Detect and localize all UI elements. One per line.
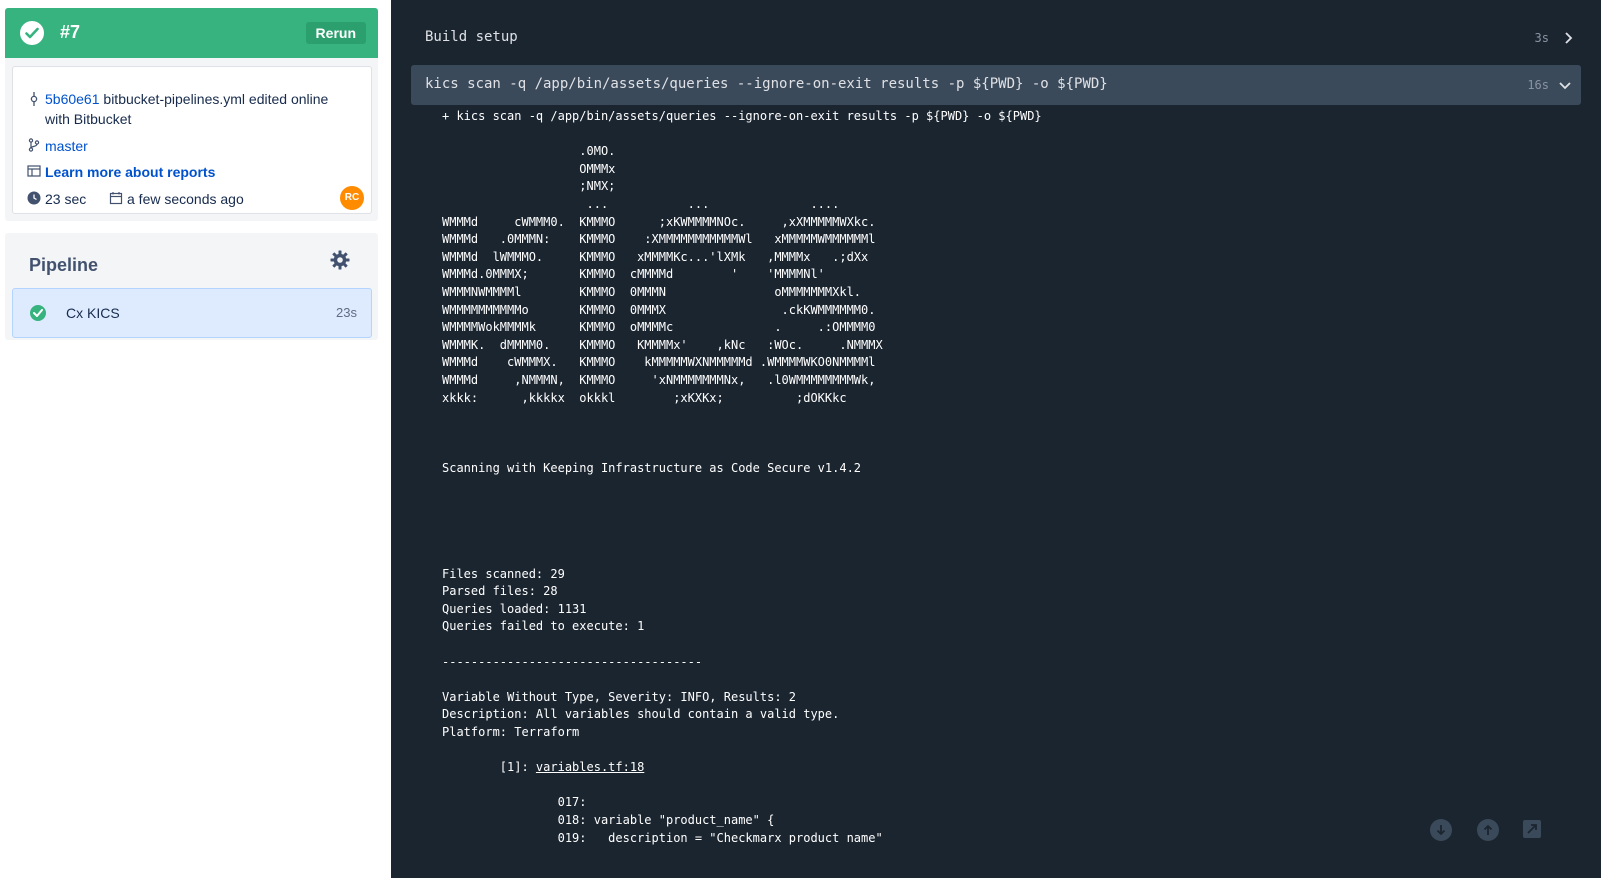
reports-row: Learn more about reports bbox=[27, 163, 215, 181]
expand-icon[interactable] bbox=[1522, 819, 1544, 841]
log-line: WMMMMMMMMMMo KMMMO 0MMMX .ckKWMMMMMM0. bbox=[442, 302, 876, 317]
log-line: + kics scan -q /app/bin/assets/queries -… bbox=[442, 109, 1042, 123]
branch-icon bbox=[28, 138, 40, 152]
log-line: xkkk: ,kkkkx okkkl ;xKXKx; ;dOKKkc bbox=[442, 390, 847, 405]
step-name: Cx KICS bbox=[66, 305, 120, 321]
log-line: .0MO. bbox=[442, 144, 616, 159]
log-line: WMMMd ,NMMMN, KMMMO 'xNMMMMMMMNx, .l0WMM… bbox=[442, 373, 876, 387]
log-line: WMMMd cWMMMX. KMMMO kMMMMMWXNMMMMMd .WMM… bbox=[442, 355, 876, 370]
log-line: [1]: variables.tf:18 bbox=[442, 760, 645, 775]
clock-icon bbox=[27, 191, 41, 205]
command-section[interactable]: kics scan -q /app/bin/assets/queries --i… bbox=[411, 65, 1581, 105]
avatar[interactable]: RC bbox=[340, 186, 364, 210]
check-icon bbox=[20, 21, 44, 45]
log-line: Variable Without Type, Severity: INFO, R… bbox=[442, 689, 797, 704]
scroll-down-icon[interactable] bbox=[1430, 819, 1452, 841]
branch-link[interactable]: master bbox=[45, 138, 88, 154]
log-line: WMMMMWokMMMMk KMMMO oMMMMc . .:OMMMM0 bbox=[442, 320, 876, 335]
duration-text: 23 sec bbox=[45, 191, 87, 207]
run-number: #7 bbox=[60, 22, 81, 42]
left-panel: #7 Rerun 5b60e61 bitbucket-pipelines.yml… bbox=[0, 0, 391, 878]
report-icon bbox=[27, 165, 41, 177]
result-file-link[interactable]: variables.tf:18 bbox=[536, 760, 644, 774]
pipeline-step-cx-kics[interactable]: Cx KICS 23s bbox=[12, 288, 372, 338]
check-icon bbox=[30, 305, 46, 321]
timestamp: a few seconds ago bbox=[109, 190, 244, 208]
commit-hash-link[interactable]: 5b60e61 bbox=[45, 91, 100, 107]
build-setup-label: Build setup bbox=[425, 29, 518, 45]
log-line: WMMMNWMMMMl KMMMO 0MMMN oMMMMMMMXkl. bbox=[442, 285, 862, 299]
commit-icon bbox=[30, 92, 38, 106]
duration: 23 sec bbox=[27, 190, 86, 208]
log-line: Queries loaded: 1131 bbox=[442, 601, 587, 616]
scroll-up-icon[interactable] bbox=[1477, 819, 1499, 841]
command-duration: 16s bbox=[1527, 78, 1549, 92]
reports-link[interactable]: Learn more about reports bbox=[45, 164, 215, 180]
log-line: 019: description = "Checkmarx product na… bbox=[442, 830, 883, 845]
chevron-right-icon bbox=[1565, 32, 1573, 44]
log-line: Platform: Terraform bbox=[442, 725, 580, 739]
gear-icon[interactable] bbox=[330, 250, 350, 270]
log-line: Parsed files: 28 bbox=[442, 584, 558, 599]
pipeline-title: Pipeline bbox=[29, 255, 99, 275]
log-line: WMMMd.0MMMX; KMMMO cMMMMd ' 'MMMMNl' bbox=[442, 267, 825, 282]
run-header: #7 Rerun bbox=[5, 8, 378, 58]
log-line: WMMMK. dMMMM0. KMMMO KMMMMx' ,kNc :WOc. … bbox=[442, 337, 883, 352]
run-card: #7 Rerun 5b60e61 bitbucket-pipelines.yml… bbox=[5, 8, 378, 221]
step-duration: 23s bbox=[336, 305, 357, 320]
log-line: Files scanned: 29 bbox=[442, 566, 565, 581]
command-label: kics scan -q /app/bin/assets/queries --i… bbox=[425, 76, 1108, 92]
log-line: 017: bbox=[442, 795, 587, 810]
commit-row: 5b60e61 bitbucket-pipelines.yml edited o… bbox=[27, 89, 347, 129]
rerun-button[interactable]: Rerun bbox=[305, 22, 366, 44]
timestamp-text: a few seconds ago bbox=[127, 191, 244, 207]
log-line: WMMMd .0MMMN: KMMMO :XMMMMMMMMMMMWl xMMM… bbox=[442, 232, 876, 247]
log-panel: Build setup 3s kics scan -q /app/bin/ass… bbox=[391, 0, 1601, 878]
calendar-icon bbox=[109, 192, 123, 205]
chevron-down-icon bbox=[1559, 82, 1571, 90]
log-line: Queries failed to execute: 1 bbox=[442, 619, 645, 634]
log-line: 018: variable "product_name" { bbox=[442, 813, 775, 827]
log-line: OMMMx bbox=[442, 161, 616, 176]
log-line: WMMMd cWMMM0. KMMMO ;xKWMMMMNOc. ,xXMMMM… bbox=[442, 214, 876, 229]
build-setup-duration: 3s bbox=[1534, 31, 1549, 45]
log-line: Description: All variables should contai… bbox=[442, 707, 840, 722]
log-line: Scanning with Keeping Infrastructure as … bbox=[442, 461, 862, 475]
log-line: ... ... .... bbox=[442, 197, 840, 211]
run-details: 5b60e61 bitbucket-pipelines.yml edited o… bbox=[12, 66, 372, 214]
log-line: ------------------------------------ bbox=[442, 654, 703, 669]
log-line: ;NMX; bbox=[442, 179, 616, 194]
pipeline-panel: Pipeline Cx KICS 23s bbox=[5, 233, 378, 340]
branch-row: master bbox=[27, 137, 88, 155]
build-setup-section[interactable]: Build setup 3s bbox=[391, 20, 1581, 56]
log-line: WMMMd lWMMMO. KMMMO xMMMMKc...'lXMk ,MMM… bbox=[442, 249, 869, 264]
